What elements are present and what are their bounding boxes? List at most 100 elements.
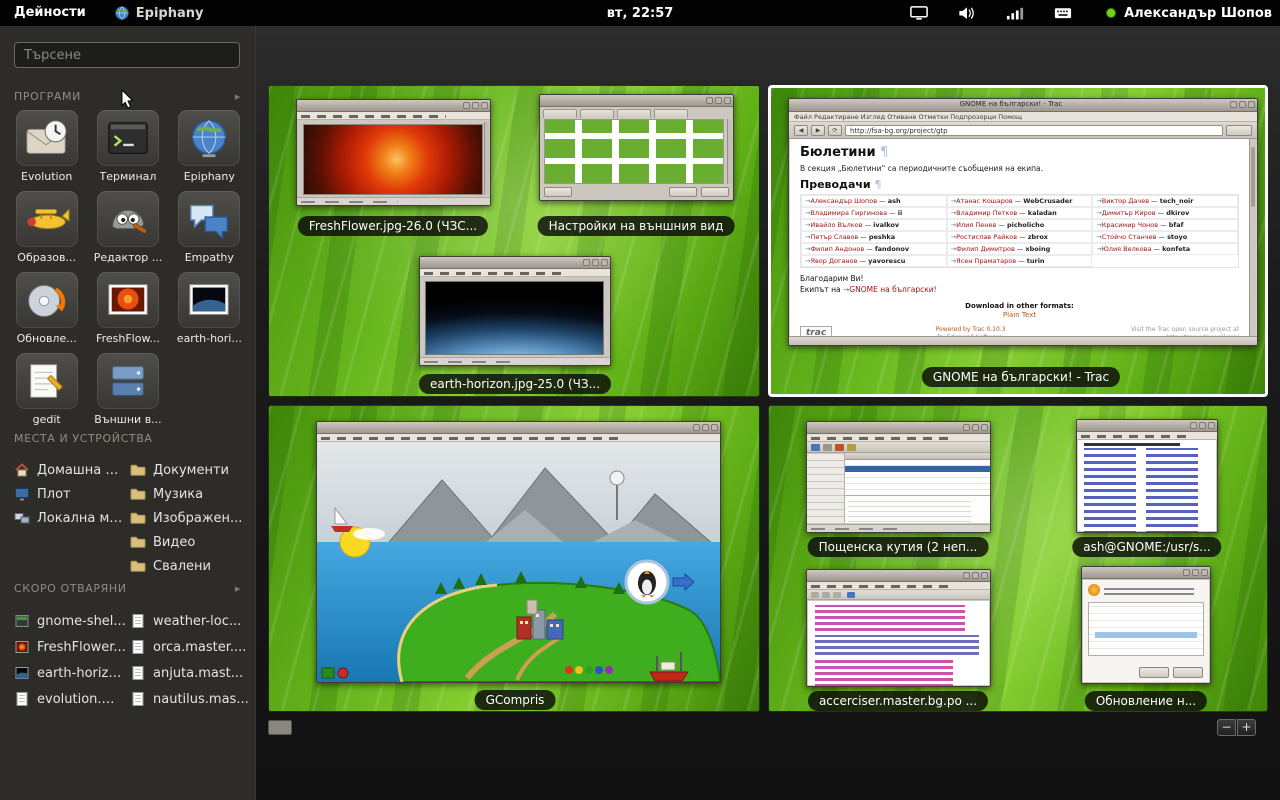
- update-install-button[interactable]: [1173, 667, 1203, 678]
- translator-link[interactable]: Владимира Гиргинова: [810, 209, 887, 217]
- volume-icon[interactable]: [958, 6, 976, 21]
- app-item-epiphany[interactable]: Epiphany: [170, 110, 248, 183]
- app-item-external-drives[interactable]: Външни в...: [89, 353, 167, 426]
- translator-link[interactable]: Филип Андонов: [810, 245, 864, 253]
- gcompris-game-board: [317, 442, 720, 682]
- place-item-локална-мр[interactable]: Локална мр...: [14, 506, 126, 530]
- display-icon[interactable]: [910, 6, 928, 21]
- go-button[interactable]: [1226, 125, 1252, 136]
- window-gimp-earth-horizon[interactable]: [419, 256, 611, 366]
- recent-item-nautilus-mas[interactable]: nautilus.mas...: [130, 686, 254, 712]
- window-epiphany-trac[interactable]: GNOME на български! - Trac Файл Редактир…: [788, 98, 1258, 346]
- item-label: weather-loc...: [153, 614, 241, 629]
- window-gedit-po-file[interactable]: [806, 569, 991, 687]
- programs-expand-icon[interactable]: ▸: [235, 90, 241, 103]
- item-label: earth-horizo...: [37, 666, 126, 681]
- workspace-1[interactable]: FreshFlower.jpg-26.0 (ЧЗС... Настройки н…: [268, 85, 760, 397]
- plain-text-link[interactable]: Plain Text: [800, 311, 1239, 319]
- drives-icon: [97, 353, 159, 409]
- recent-item-gnome-shel[interactable]: gnome-shel...: [14, 608, 126, 634]
- app-item-freshflower[interactable]: FreshFlow...: [89, 272, 167, 345]
- place-item-документи[interactable]: Документи: [130, 458, 254, 482]
- download-formats-header: Download in other formats:: [800, 302, 1239, 310]
- forward-button[interactable]: ▶: [811, 125, 825, 136]
- folder-icon: [130, 510, 146, 526]
- app-item-label: Empathy: [185, 251, 234, 264]
- recent-item-evolution-m[interactable]: evolution.m...: [14, 686, 126, 712]
- empathy-icon: [178, 191, 240, 247]
- translator-link[interactable]: Ивайло Вълков: [810, 221, 862, 229]
- app-item-label: earth-hori...: [177, 332, 242, 345]
- window-label: Настройки на външния вид: [538, 216, 735, 236]
- translator-link[interactable]: Петър Славов: [810, 233, 858, 241]
- keyboard-icon[interactable]: [1054, 6, 1072, 21]
- translator-link[interactable]: Стойчо Станчев: [1102, 233, 1157, 241]
- clock[interactable]: вт, 22:57: [607, 6, 674, 21]
- workspace-4[interactable]: Пощенска кутия (2 неп... ash@GNOME:/usr/…: [768, 405, 1268, 712]
- app-item-terminal[interactable]: Терминал: [89, 110, 167, 183]
- translator-link[interactable]: Атанас Кошаров: [956, 197, 1013, 205]
- place-item-изображен[interactable]: Изображен...: [130, 506, 254, 530]
- recent-item-freshflower[interactable]: FreshFlower...: [14, 634, 126, 660]
- reload-button[interactable]: ⟳: [828, 125, 842, 136]
- app-item-updates[interactable]: Обновле...: [8, 272, 86, 345]
- translator-link[interactable]: Илия Пенев: [956, 221, 996, 229]
- url-bar[interactable]: http://fsa-bg.org/project/gtp: [845, 125, 1223, 136]
- window-terminal[interactable]: [1076, 419, 1218, 533]
- translator-link[interactable]: Димитър Киров: [1102, 209, 1156, 217]
- workspace-zoom-out-button[interactable]: −: [1217, 719, 1236, 736]
- app-item-gedit[interactable]: gedit: [8, 353, 86, 426]
- recent-item-earth-horizo[interactable]: earth-horizo...: [14, 660, 126, 686]
- recent-expand-icon[interactable]: ▸: [235, 582, 241, 595]
- place-item-музика[interactable]: Музика: [130, 482, 254, 506]
- item-label: Изображен...: [153, 511, 242, 526]
- translator-link[interactable]: Юлия Велкова: [1102, 245, 1152, 253]
- team-link[interactable]: GNOME на български!: [849, 285, 936, 294]
- app-item-empathy[interactable]: Empathy: [170, 191, 248, 264]
- workspace-3[interactable]: GCompris: [268, 405, 760, 712]
- gimp-image-canvas: [303, 124, 483, 195]
- translator-link[interactable]: Владимир Петков: [956, 209, 1017, 217]
- translator-link[interactable]: Виктор Дачев: [1102, 197, 1149, 205]
- search-input[interactable]: [14, 42, 240, 68]
- app-item-evolution[interactable]: Evolution: [8, 110, 86, 183]
- window-appearance-settings[interactable]: [539, 94, 734, 201]
- translator-link[interactable]: Ростислав Райков: [956, 233, 1017, 241]
- user-menu[interactable]: Александър Шопов: [1106, 6, 1272, 21]
- window-title-text: GNOME на български! - Trac: [789, 100, 1233, 108]
- translator-link[interactable]: Явор Доганов: [810, 257, 857, 265]
- place-item-свалени[interactable]: Свалени: [130, 554, 254, 578]
- window-evolution-mail[interactable]: [806, 421, 991, 533]
- window-gimp-freshflower[interactable]: [296, 99, 491, 206]
- translator-link[interactable]: Красимир Чонов: [1102, 221, 1158, 229]
- titlebar: [420, 257, 610, 269]
- place-item-домашна-п[interactable]: Домашна п...: [14, 458, 126, 482]
- place-item-видео[interactable]: Видео: [130, 530, 254, 554]
- doc-icon: [130, 639, 146, 655]
- app-item-gcompris[interactable]: Образов...: [8, 191, 86, 264]
- window-gcompris[interactable]: [316, 421, 721, 683]
- activities-button[interactable]: Дейности: [0, 0, 100, 26]
- top-bar: Дейности Epiphany вт, 22:57 Александър Ш…: [0, 0, 1280, 26]
- workspace-indicator[interactable]: [268, 720, 292, 735]
- item-label: Плот: [37, 487, 71, 502]
- translator-link[interactable]: Филип Димитров: [956, 245, 1015, 253]
- back-button[interactable]: ◀: [794, 125, 808, 136]
- recent-item-weather-loc[interactable]: weather-loc...: [130, 608, 254, 634]
- translator-link[interactable]: Ясен Праматаров: [956, 257, 1016, 265]
- place-item-плот[interactable]: Плот: [14, 482, 126, 506]
- recent-item-anjuta-mast[interactable]: anjuta.mast...: [130, 660, 254, 686]
- terminal-output: [1078, 440, 1216, 531]
- app-item-earth-horizon[interactable]: earth-hori...: [170, 272, 248, 345]
- translator-link[interactable]: Александър Шопов: [810, 197, 877, 205]
- network-signal-icon[interactable]: [1006, 6, 1024, 21]
- translator-cell: →Илия Пенев — picholicho: [947, 219, 1093, 231]
- app-menu[interactable]: Epiphany: [114, 5, 204, 21]
- app-item-gimp[interactable]: Редактор ...: [89, 191, 167, 264]
- workspace-2-active[interactable]: GNOME на български! - Trac Файл Редактир…: [768, 85, 1268, 397]
- recent-item-orca-master[interactable]: orca.master....: [130, 634, 254, 660]
- page-scrollbar[interactable]: [1249, 139, 1256, 336]
- update-cancel-button[interactable]: [1139, 667, 1169, 678]
- window-update-manager[interactable]: [1081, 566, 1211, 684]
- workspace-zoom-in-button[interactable]: +: [1237, 719, 1256, 736]
